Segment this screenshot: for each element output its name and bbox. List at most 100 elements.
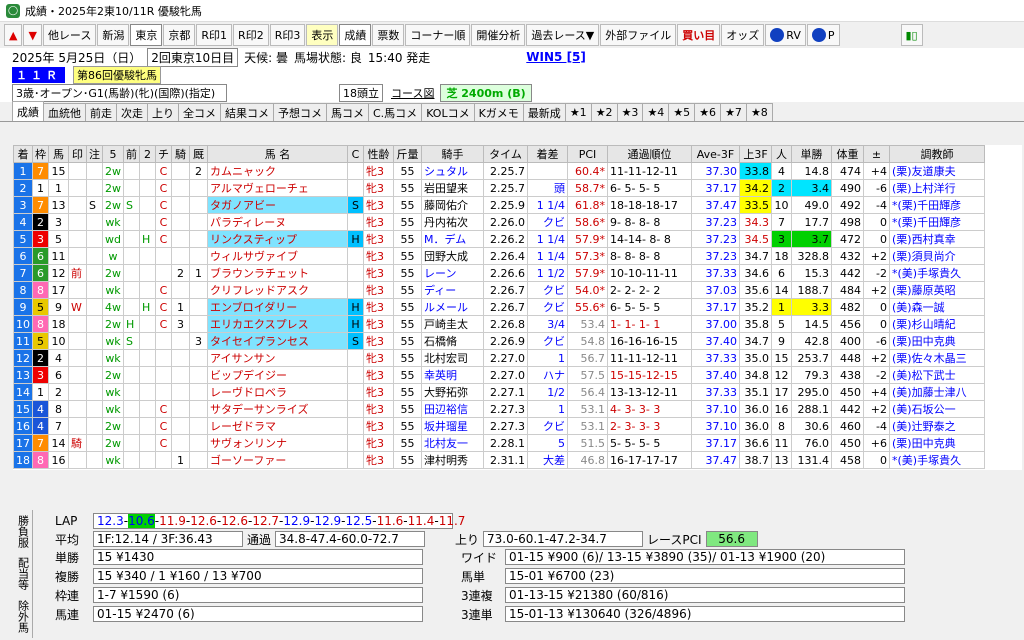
- column-header[interactable]: チ: [155, 145, 172, 163]
- tab-15[interactable]: ★3: [616, 103, 644, 121]
- column-header[interactable]: 前: [123, 145, 140, 163]
- column-header[interactable]: C: [347, 145, 364, 163]
- tab-11[interactable]: Kガメモ: [473, 103, 524, 121]
- table-row[interactable]: 10 8 18 2w H C 3 エリカエクスプレス H 牝3 55 戸崎圭太 2.26.8 3/4 53.…: [13, 315, 985, 333]
- table-row[interactable]: 18 8 16 wk 1 ゴーソーファー 牝3 55 津村明秀 2.31.1 大差 46.8 16-17…: [13, 451, 985, 469]
- exit-icon[interactable]: ▮▯: [900, 24, 923, 46]
- table-row[interactable]: 11 5 10 wk S 3 タイセイプランセス S 牝3 55 石橋脩 2.26.9 クビ 54.8 16…: [13, 332, 985, 350]
- table-cell: 2.26.7: [483, 281, 528, 299]
- column-header[interactable]: 5: [102, 145, 124, 163]
- tab-2[interactable]: 前走: [85, 103, 117, 121]
- side-tab-excluded[interactable]: 除外馬: [15, 600, 31, 633]
- table-cell: 37.33: [691, 349, 740, 367]
- votes-button[interactable]: 票数: [372, 24, 405, 46]
- table-row[interactable]: 2 1 1 2w C アルマヴェローチェ 牝3 55 岩田望来 2.25.7 頭 58.7* 6- 5-…: [13, 179, 985, 197]
- table-row[interactable]: 13 3 6 2w ビップデイジー 牝3 55 幸英明 2.27.0 ハナ 57.5 15-15-12…: [13, 366, 985, 384]
- table-row[interactable]: 1 7 15 2w C 2 カムニャック 牝3 55 シュタル 2.25.7 60.4* 11-11-1…: [13, 162, 985, 180]
- column-header[interactable]: 着差: [527, 145, 568, 163]
- tab-12[interactable]: 最新成: [522, 103, 566, 121]
- column-header[interactable]: 騎: [171, 145, 190, 163]
- column-header[interactable]: 枠: [32, 145, 49, 163]
- display-button[interactable]: 表示: [306, 24, 339, 46]
- column-header[interactable]: 印: [68, 145, 87, 163]
- tab-3[interactable]: 次走: [116, 103, 148, 121]
- column-header[interactable]: PCI: [567, 145, 608, 163]
- tab-16[interactable]: ★4: [642, 103, 670, 121]
- venue-tokyo-button[interactable]: 東京: [130, 24, 163, 46]
- side-tab-payouts[interactable]: 配当等: [15, 557, 31, 590]
- column-header[interactable]: 単勝: [791, 145, 832, 163]
- column-header[interactable]: Ave-3F: [691, 145, 740, 163]
- tab-19[interactable]: ★7: [720, 103, 747, 121]
- tab-4[interactable]: 上り: [147, 103, 179, 121]
- result-button[interactable]: 成績: [339, 24, 372, 46]
- tab-20[interactable]: ★8: [745, 103, 773, 121]
- other-race-button[interactable]: 他レース: [42, 24, 97, 46]
- table-row[interactable]: 8 8 17 wk C クリフレッドアスク 牝3 55 ディー 2.26.7 クビ 54.0* 2- 2…: [13, 281, 985, 299]
- table-cell: クビ: [527, 298, 568, 316]
- course-map-link[interactable]: コース図: [391, 85, 434, 101]
- odds-button[interactable]: オッズ: [721, 24, 765, 46]
- tab-6[interactable]: 結果コメ: [220, 103, 274, 121]
- table-row[interactable]: 14 1 2 wk レーヴドロベラ 牝3 55 大野拓弥 2.27.1 1/2 56.4 13-13-…: [13, 383, 985, 401]
- table-row[interactable]: 15 4 8 wk C サタデーサンライズ 牝3 55 田辺裕信 2.27.3 1 53.1 4- 3-…: [13, 400, 985, 418]
- column-header[interactable]: 体重: [831, 145, 864, 163]
- tab-14[interactable]: ★2: [590, 103, 618, 121]
- up-arrow-button[interactable]: ▲: [4, 24, 23, 46]
- past-race-dropdown[interactable]: 過去レース▼: [526, 24, 600, 46]
- tab-9[interactable]: C.馬コメ: [368, 103, 423, 121]
- tab-1[interactable]: 血統他: [43, 103, 86, 121]
- tab-5[interactable]: 全コメ: [178, 103, 221, 121]
- down-arrow-button[interactable]: ▼: [23, 24, 42, 46]
- tab-10[interactable]: KOLコメ: [421, 103, 475, 121]
- meeting-analysis-button[interactable]: 開催分析: [471, 24, 526, 46]
- tab-7[interactable]: 予想コメ: [273, 103, 327, 121]
- table-row[interactable]: 4 2 3 wk C パラディレーヌ 牝3 55 丹内祐次 2.26.0 クビ 58.6* 9- 8- …: [13, 213, 985, 231]
- table-cell: 3: [13, 196, 33, 214]
- table-row[interactable]: 17 7 14 騎 2w C サヴォンリンナ 牝3 55 北村友一 2.28.1 5 51.5 5- 5-…: [13, 434, 985, 452]
- column-header[interactable]: 上3F: [739, 145, 772, 163]
- tab-18[interactable]: ★6: [694, 103, 722, 121]
- table-row[interactable]: 9 5 9 W 4w H C 1 エンブロイダリー H 牝3 55 ルメール 2.26.7 クビ 55.6* 6…: [13, 298, 985, 316]
- r-mark-1-button[interactable]: R印1: [196, 24, 233, 46]
- table-cell: 14-14- 8- 8: [607, 230, 692, 248]
- table-row[interactable]: 5 3 5 wd H C リンクスティップ H 牝3 55 M．デム 2.26.2 1 1/4 57.9*…: [13, 230, 985, 248]
- table-row[interactable]: 6 6 11 w ウィルサヴァイブ 牝3 55 団野大成 2.26.4 1 1/4 57.3* 8- …: [13, 247, 985, 265]
- side-tab-silks[interactable]: 勝負服: [15, 515, 31, 548]
- table-row[interactable]: 16 4 7 2w C レーゼドラマ 牝3 55 坂井瑠星 2.27.3 クビ 53.1 2- 3- 3…: [13, 417, 985, 435]
- buy-button[interactable]: 買い目: [677, 24, 721, 46]
- table-row[interactable]: 3 7 13 S 2w S C タガノアビー S 牝3 55 藤岡佑介 2.25.9 1 1/4 61.8*…: [13, 196, 985, 214]
- column-header[interactable]: 騎手: [421, 145, 484, 163]
- column-header[interactable]: 着: [13, 145, 33, 163]
- tab-0[interactable]: 成績: [12, 101, 44, 121]
- tab-17[interactable]: ★5: [668, 103, 696, 121]
- column-header[interactable]: 注: [86, 145, 103, 163]
- column-header[interactable]: 人: [771, 145, 792, 163]
- r-mark-3-button[interactable]: R印3: [269, 24, 306, 46]
- column-header[interactable]: 斤量: [393, 145, 422, 163]
- table-cell: 頭: [527, 179, 568, 197]
- column-header[interactable]: タイム: [483, 145, 528, 163]
- corner-order-button[interactable]: コーナー順: [405, 24, 471, 46]
- column-header[interactable]: 馬: [48, 145, 69, 163]
- column-header[interactable]: 馬 名: [207, 145, 348, 163]
- column-header[interactable]: 性齢: [363, 145, 394, 163]
- column-header[interactable]: 調教師: [889, 145, 985, 163]
- column-header[interactable]: ±: [863, 145, 890, 163]
- column-header[interactable]: 通過順位: [607, 145, 692, 163]
- table-row[interactable]: 12 2 4 wk アイサンサン 牝3 55 北村宏司 2.27.0 1 56.7 11-11-12-…: [13, 349, 985, 367]
- win5-link[interactable]: WIN5 [5]: [526, 50, 586, 64]
- table-cell: [68, 315, 87, 333]
- table-row[interactable]: 7 6 12 前 2w 2 1 ブラウンラチェット 牝3 55 レーン 2.26.6 1 1/2 57.9…: [13, 264, 985, 282]
- external-file-button[interactable]: 外部ファイル: [600, 24, 677, 46]
- rv-button[interactable]: RV: [765, 24, 806, 46]
- venue-niigata-button[interactable]: 新潟: [97, 24, 130, 46]
- p-button[interactable]: P: [806, 24, 840, 46]
- column-header[interactable]: 2: [139, 145, 156, 163]
- tab-13[interactable]: ★1: [564, 103, 592, 121]
- table-cell: 5: [32, 298, 49, 316]
- column-header[interactable]: 厩: [189, 145, 208, 163]
- venue-kyoto-button[interactable]: 京都: [163, 24, 196, 46]
- tab-8[interactable]: 馬コメ: [326, 103, 369, 121]
- r-mark-2-button[interactable]: R印2: [233, 24, 269, 46]
